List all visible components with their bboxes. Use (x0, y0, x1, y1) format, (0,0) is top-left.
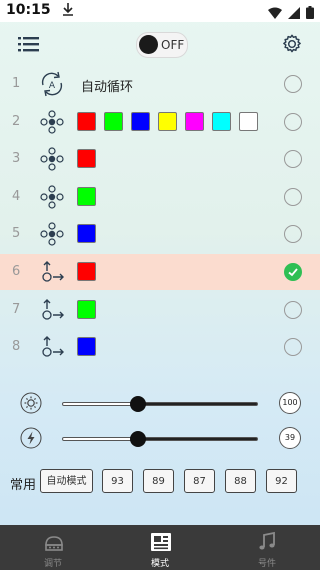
mode-number: 1 (12, 76, 21, 91)
download-arrow-icon (62, 2, 74, 20)
top-bar: OFF (0, 22, 320, 66)
brightness-value: 100 (279, 392, 301, 414)
mode-row[interactable]: 6 (0, 254, 320, 290)
color-swatch[interactable] (131, 111, 150, 131)
music-icon (257, 531, 279, 553)
flower-icon (38, 145, 66, 173)
brightness-slider-row: 100 (0, 388, 320, 418)
mode-number: 3 (12, 151, 21, 167)
color-swatch[interactable] (77, 111, 96, 131)
tab-adjust[interactable]: 调节 (0, 525, 106, 570)
preset-button-3[interactable]: 87 (184, 469, 215, 493)
preset-bar: 常用 自动模式 93 89 87 88 92 (0, 467, 320, 497)
tab-adjust-label: 调节 (43, 559, 62, 569)
color-swatch[interactable] (185, 111, 204, 131)
mode-row[interactable]: 7 (0, 292, 320, 328)
flower-icon (38, 183, 66, 211)
color-swatch[interactable] (77, 149, 96, 169)
color-swatch[interactable] (77, 224, 96, 244)
color-swatch[interactable] (77, 299, 96, 319)
tab-mode[interactable]: 模式 (107, 525, 213, 570)
battery-icon (306, 4, 314, 23)
check-icon (288, 268, 298, 277)
preset-button-4[interactable]: 88 (225, 469, 256, 493)
mode-row[interactable]: 3 (0, 141, 320, 177)
mode-row[interactable]: 1 A 自动循环 (0, 66, 320, 102)
gear-icon[interactable] (281, 33, 303, 55)
color-swatch[interactable] (77, 337, 96, 357)
presets-label: 常用 (10, 478, 37, 493)
flower-icon (38, 220, 66, 248)
color-swatch[interactable] (77, 262, 96, 281)
mode-row[interactable]: 4 (0, 179, 320, 215)
tab-mode-label: 模式 (150, 559, 169, 569)
jump-icon (38, 333, 66, 361)
mode-radio-checked[interactable] (284, 263, 302, 281)
mode-row[interactable]: 8 (0, 329, 320, 365)
speed-slider-row: 39 (0, 423, 320, 453)
status-icons (268, 4, 314, 23)
mode-radio[interactable] (284, 300, 302, 319)
tab-music-label: 号件 (257, 559, 276, 569)
mode-icon (150, 531, 172, 553)
power-state-label: OFF (161, 38, 185, 52)
color-swatch[interactable] (212, 111, 231, 131)
mode-row[interactable]: 2 (0, 104, 320, 140)
adjust-icon (43, 531, 65, 553)
speed-icon (20, 427, 42, 449)
mode-number: 7 (12, 301, 21, 317)
brightness-track[interactable] (62, 402, 258, 406)
flower-icon (38, 108, 66, 136)
bottom-nav: 调节 模式 号件 (0, 525, 320, 570)
mode-radio[interactable] (284, 338, 302, 357)
color-swatch[interactable] (104, 111, 123, 131)
power-toggle[interactable]: OFF (136, 32, 188, 58)
svg-text:A: A (49, 81, 56, 91)
mode-radio[interactable] (284, 75, 302, 93)
signal-icon (288, 4, 300, 23)
status-time: 10:15 (6, 2, 51, 18)
mode-radio[interactable] (284, 187, 302, 206)
preset-button-5[interactable]: 92 (266, 469, 297, 493)
list-menu-icon[interactable] (18, 34, 40, 54)
mode-number: 4 (12, 188, 21, 204)
preset-button-auto[interactable]: 自动模式 (40, 469, 93, 493)
color-swatch[interactable] (158, 111, 177, 131)
mode-number: 6 (12, 264, 21, 279)
toggle-knob (139, 35, 158, 54)
mode-number: 2 (12, 113, 21, 129)
tab-music[interactable]: 号件 (214, 525, 320, 570)
status-bar: 10:15 (0, 0, 320, 22)
mode-label: 自动循环 (81, 80, 134, 95)
color-swatch[interactable] (77, 186, 96, 206)
wifi-icon (268, 4, 282, 23)
mode-row[interactable]: 5 (0, 216, 320, 252)
speed-thumb[interactable] (130, 431, 147, 447)
mode-radio[interactable] (284, 112, 302, 131)
mode-radio[interactable] (284, 150, 302, 169)
brightness-thumb[interactable] (130, 396, 147, 412)
mode-radio[interactable] (284, 225, 302, 244)
speed-track[interactable] (62, 437, 258, 441)
jump-icon (38, 296, 66, 324)
mode-number: 5 (12, 226, 21, 242)
preset-button-1[interactable]: 93 (102, 469, 133, 493)
preset-button-2[interactable]: 89 (143, 469, 174, 493)
auto-cycle-icon: A (38, 70, 66, 98)
brightness-icon (20, 392, 42, 414)
speed-value: 39 (279, 427, 301, 449)
jump-icon (38, 258, 66, 286)
mode-number: 8 (12, 339, 21, 355)
color-swatch[interactable] (239, 111, 258, 131)
